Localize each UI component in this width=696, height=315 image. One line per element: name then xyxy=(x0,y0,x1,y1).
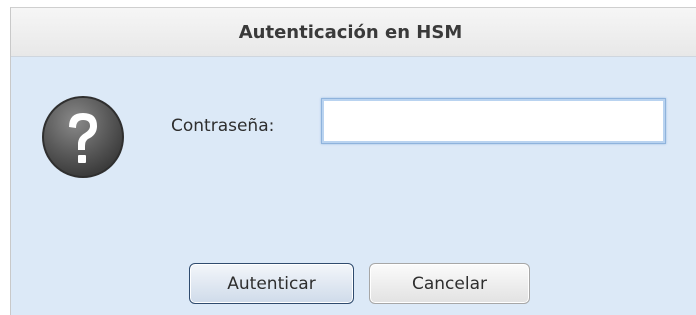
password-label: Contraseña: xyxy=(171,116,275,136)
cancel-button[interactable]: Cancelar xyxy=(369,263,530,304)
dialog-title: Autenticación en HSM xyxy=(238,21,463,43)
question-icon xyxy=(42,96,124,178)
password-field[interactable] xyxy=(321,98,666,144)
dialog-titlebar: Autenticación en HSM xyxy=(11,8,696,57)
hsm-auth-dialog: Autenticación en HSM Contraseña: Autenti… xyxy=(10,7,696,315)
authenticate-button[interactable]: Autenticar xyxy=(189,263,354,304)
